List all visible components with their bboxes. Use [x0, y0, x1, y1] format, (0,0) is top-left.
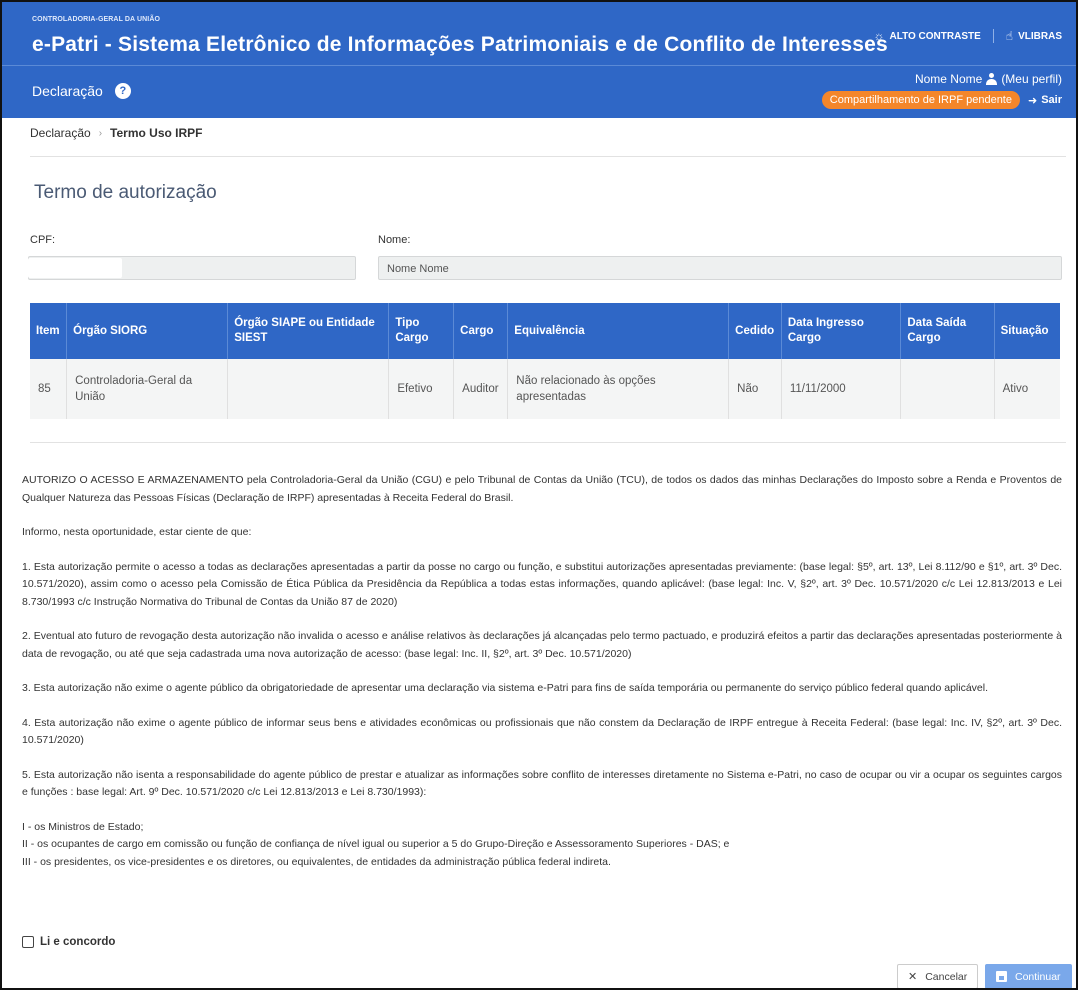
checkbox-icon[interactable] — [22, 936, 34, 948]
terms-paragraph: 2. Eventual ato futuro de revogação dest… — [22, 630, 1062, 660]
terms-list-item: III - os presidentes, os vice-presidente… — [22, 855, 611, 868]
divider — [992, 29, 994, 43]
terms-list-item: II - os ocupantes de cargo em comissão o… — [22, 838, 730, 850]
nav-declaracao-label: Declaração — [32, 83, 103, 99]
cancel-label: Cancelar — [925, 970, 968, 983]
page-title: Termo de autorização — [34, 182, 217, 203]
terms-text: AUTORIZO O ACESSO E ARMAZENAMENTO pela C… — [22, 472, 1062, 871]
hands-icon: ☝ — [1005, 29, 1014, 43]
cpf-label: CPF: — [30, 234, 56, 246]
table-cell: Ativo — [994, 359, 1060, 419]
accessibility-bar: ☼ ALTO CONTRASTE ☝ VLIBRAS — [873, 29, 1062, 43]
column-header: Situação — [994, 303, 1060, 359]
divider — [30, 442, 1066, 443]
terms-paragraph: 5. Esta autorização não isenta a respons… — [22, 768, 1062, 799]
nav-declaracao[interactable]: Declaração ? — [32, 83, 131, 99]
high-contrast-button[interactable]: ☼ ALTO CONTRASTE — [873, 29, 980, 43]
agree-label: Li e concordo — [40, 936, 116, 948]
save-icon — [996, 971, 1007, 982]
column-header: Item — [30, 303, 68, 359]
user-icon — [985, 73, 998, 85]
vlibras-button[interactable]: ☝ VLIBRAS — [1006, 29, 1062, 43]
column-header: Órgão SIORG — [66, 303, 229, 359]
sub-header: Declaração ? Nome Nome (Meu perfil) Comp… — [2, 66, 1076, 118]
column-header: Cargo — [453, 303, 509, 359]
terms-paragraph: 3. Esta autorização não exime o agente p… — [22, 682, 989, 694]
table-cell: Efetivo — [388, 359, 455, 419]
page-frame: CONTROLADORIA-GERAL DA UNIÃO e-Patri - S… — [0, 0, 1078, 990]
table-cell: 11/11/2000 — [781, 359, 902, 419]
cancel-button[interactable]: ✕ Cancelar — [897, 964, 979, 988]
terms-paragraph: 1. Esta autorização permite o acesso a t… — [22, 560, 1062, 608]
breadcrumb-current: Termo Uso IRPF — [110, 126, 203, 140]
continue-button[interactable]: Continuar — [985, 964, 1072, 988]
user-actions: Compartilhamento de IRPF pendente ➜ Sair — [821, 91, 1062, 109]
org-name: CONTROLADORIA-GERAL DA UNIÃO — [32, 16, 161, 23]
agree-checkbox[interactable]: Li e concordo — [22, 936, 115, 948]
logout-button[interactable]: ➜ Sair — [1028, 94, 1062, 107]
terms-paragraph: 4. Esta autorização não exime o agente p… — [22, 716, 1062, 747]
chevron-right-icon: › — [98, 127, 103, 139]
column-header: Data Ingresso Cargo — [781, 303, 902, 359]
name-label: Nome: — [378, 234, 411, 246]
terms-paragraph: AUTORIZO O ACESSO E ARMAZENAMENTO pela C… — [22, 474, 1062, 504]
table-cell — [227, 359, 390, 419]
profile-link[interactable]: (Meu perfil) — [1001, 72, 1062, 86]
contrast-icon: ☼ — [873, 29, 885, 43]
cpf-redaction — [28, 258, 122, 278]
irpf-pending-badge[interactable]: Compartilhamento de IRPF pendente — [821, 91, 1020, 109]
logout-label: Sair — [1041, 94, 1062, 106]
table-header-row: Item Órgão SIORG Órgão SIAPE ou Entidade… — [30, 303, 1060, 359]
continue-label: Continuar — [1015, 970, 1061, 983]
help-icon[interactable]: ? — [114, 83, 131, 99]
column-header: Tipo Cargo — [388, 303, 455, 359]
terms-list-item: I - os Ministros de Estado; — [22, 820, 144, 833]
close-icon: ✕ — [908, 971, 918, 983]
breadcrumb: Declaração › Termo Uso IRPF — [30, 126, 203, 140]
vlibras-label: VLIBRAS — [1018, 30, 1062, 42]
name-field: Nome Nome — [378, 256, 1062, 280]
table-cell: Controladoria-Geral da União — [66, 359, 229, 419]
table-cell — [900, 359, 995, 419]
column-header: Equivalência — [507, 303, 730, 359]
breadcrumb-root[interactable]: Declaração — [30, 126, 91, 140]
top-header: CONTROLADORIA-GERAL DA UNIÃO e-Patri - S… — [2, 2, 1076, 66]
table-cell: Auditor — [453, 359, 509, 419]
column-header: Cedido — [728, 303, 782, 359]
column-header: Data Saída Cargo — [900, 303, 995, 359]
table-cell: 85 — [30, 359, 68, 419]
table-row: 85 Controladoria-Geral da União Efetivo … — [30, 359, 1060, 419]
high-contrast-label: ALTO CONTRASTE — [889, 30, 981, 42]
user-info: Nome Nome (Meu perfil) — [915, 72, 1062, 86]
app-title: e-Patri - Sistema Eletrônico de Informaç… — [32, 33, 888, 56]
table-cell: Não relacionado às opções apresentadas — [507, 359, 730, 419]
logout-icon: ➜ — [1027, 94, 1038, 107]
column-header: Órgão SIAPE ou Entidade SIEST — [227, 303, 390, 359]
cargo-table: Item Órgão SIORG Órgão SIAPE ou Entidade… — [30, 303, 1060, 419]
terms-paragraph: Informo, nesta oportunidade, estar cient… — [22, 526, 252, 538]
table-cell: Não — [728, 359, 782, 419]
user-name: Nome Nome — [914, 72, 983, 86]
divider — [30, 156, 1066, 157]
